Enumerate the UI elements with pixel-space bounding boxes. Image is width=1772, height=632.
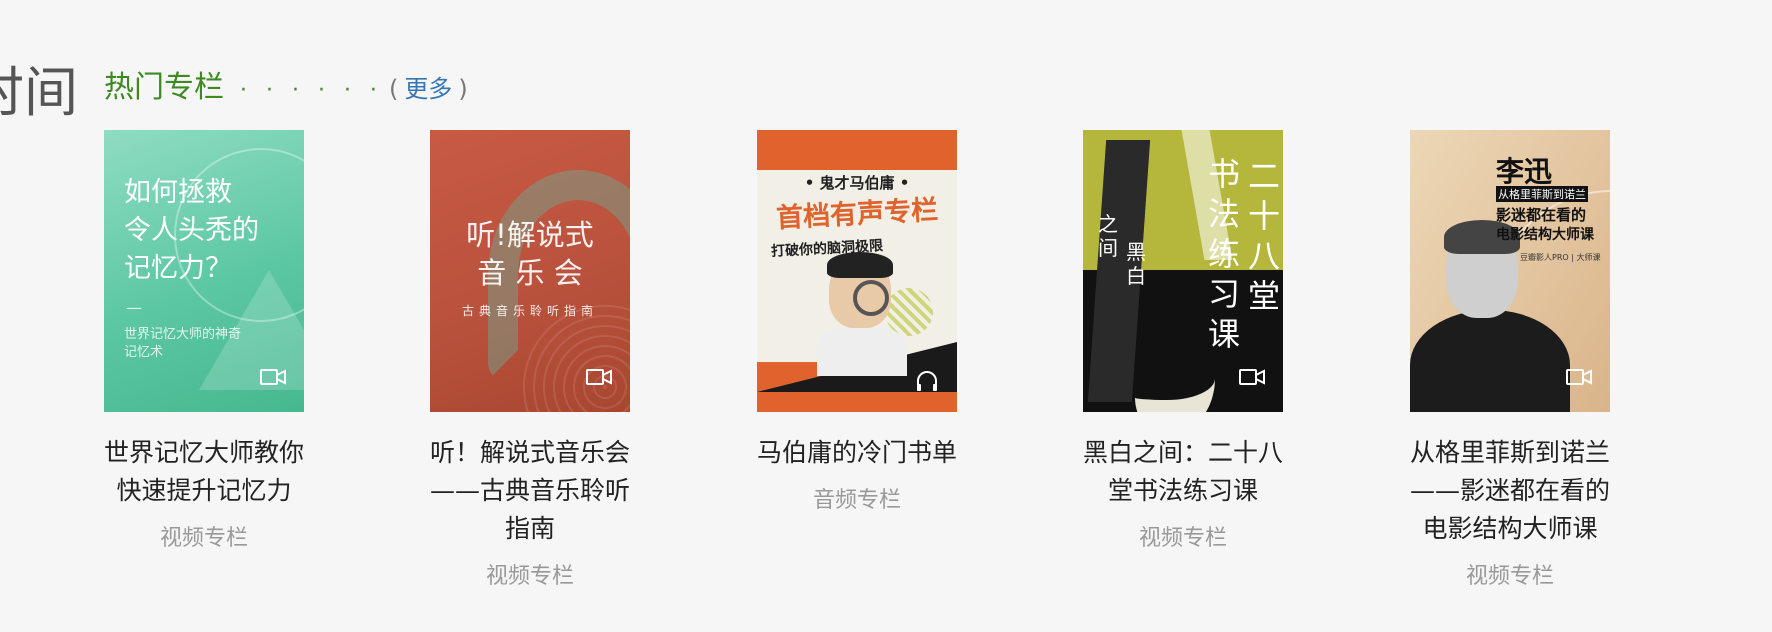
column-type: 音频专栏	[812, 488, 901, 513]
column-type: 视频专栏	[485, 564, 574, 589]
column-cover[interactable]: 如何拯救 令人头秃的 记忆力？ — 世界记忆大师的神奇 记忆术	[104, 130, 304, 412]
video-icon	[260, 368, 286, 390]
column-cover[interactable]: 听!解说式 音 乐 会 古典音乐聆听指南	[430, 130, 630, 412]
column-card: 听!解说式 音 乐 会 古典音乐聆听指南 听！解说式音乐会——古典音乐聆听指南 …	[430, 130, 630, 590]
column-title[interactable]: 黑白之间：二十八堂书法练习课	[1077, 434, 1289, 510]
cover-headline-2: 音 乐 会	[477, 256, 583, 290]
column-title[interactable]: 听！解说式音乐会——古典音乐聆听指南	[424, 434, 636, 548]
portrait-illustration	[1410, 310, 1570, 412]
cover-sub-2: 影迷都在看的	[1496, 206, 1587, 224]
column-type: 视频专栏	[1465, 564, 1554, 589]
cover-brand: 豆瓣影人PRO | 大师课	[1520, 253, 1601, 262]
column-title[interactable]: 从格里菲斯到诺兰——影迷都在看的电影结构大师课	[1404, 434, 1616, 548]
brush-stroke	[1135, 340, 1215, 412]
cover-headline-1: 听!解说式	[466, 218, 594, 252]
section-header: 热门专栏 · · · · · · (更多)	[104, 62, 468, 106]
cover-vertical-2: 书法练习课	[1207, 155, 1240, 353]
column-cover[interactable]: • 鬼才马伯庸 • 首档有声专栏 打破你的脑洞极限	[757, 130, 957, 412]
column-card: 二十八堂 书法练习课 之间 黑白 黑白之间：二十八堂书法练习课 视频专栏	[1083, 130, 1283, 552]
cover-headline-1: 如何拯救	[124, 177, 232, 208]
column-title[interactable]: 世界记忆大师教你快速提升记忆力	[98, 434, 310, 510]
cover-dash: —	[126, 298, 142, 317]
column-cover[interactable]: 李迅 从格里菲斯到诺兰 影迷都在看的 电影结构大师课 豆瓣影人PRO | 大师课	[1410, 130, 1610, 412]
column-type: 视频专栏	[159, 526, 248, 551]
more-wrapper: (更多)	[389, 69, 468, 104]
column-card: • 鬼才马伯庸 • 首档有声专栏 打破你的脑洞极限 马伯庸的冷门书单 音频专栏	[757, 130, 957, 514]
column-type: 视频专栏	[1138, 526, 1227, 551]
cover-decoration	[757, 130, 957, 170]
headphones-icon	[915, 370, 939, 396]
more-link[interactable]: 更多	[404, 75, 452, 103]
cover-headline: 首档有声专栏	[775, 194, 939, 235]
cover-headline-3: 记忆力？	[124, 253, 232, 284]
portrait-illustration	[817, 326, 907, 376]
cover-headline-2: 令人头秃的	[124, 215, 259, 246]
cover-sub-3: 电影结构大师课	[1496, 227, 1594, 243]
more-close-paren: )	[458, 75, 468, 103]
cover-sub-1: 从格里菲斯到诺兰	[1496, 186, 1588, 202]
video-icon	[1239, 368, 1265, 390]
cover-decoration	[885, 288, 933, 336]
cover-sub: 古典音乐聆听指南	[461, 304, 598, 318]
section-dots: · · · · · ·	[240, 78, 383, 103]
cover-sub-2: 记忆术	[124, 345, 164, 360]
cover-sub-1: 世界记忆大师的神奇	[124, 327, 242, 342]
column-title[interactable]: 马伯庸的冷门书单	[751, 434, 963, 472]
page-heading-fragment: 时间	[0, 61, 78, 124]
magnifier-illustration	[853, 280, 889, 316]
video-icon	[586, 368, 612, 390]
cover-small-1: 之间	[1098, 212, 1118, 260]
column-card: 如何拯救 令人头秃的 记忆力？ — 世界记忆大师的神奇 记忆术 世界记忆大师教你…	[104, 130, 304, 552]
cover-vertical-1: 二十八堂	[1247, 157, 1280, 315]
cover-name: 李迅	[1496, 155, 1553, 188]
more-open-paren: (	[388, 75, 399, 103]
section-title: 热门专栏	[104, 70, 224, 105]
cover-small-2: 黑白	[1126, 240, 1146, 288]
column-card: 李迅 从格里菲斯到诺兰 影迷都在看的 电影结构大师课 豆瓣影人PRO | 大师课…	[1410, 130, 1610, 590]
column-cover[interactable]: 二十八堂 书法练习课 之间 黑白	[1083, 130, 1283, 412]
video-icon	[1566, 368, 1592, 390]
